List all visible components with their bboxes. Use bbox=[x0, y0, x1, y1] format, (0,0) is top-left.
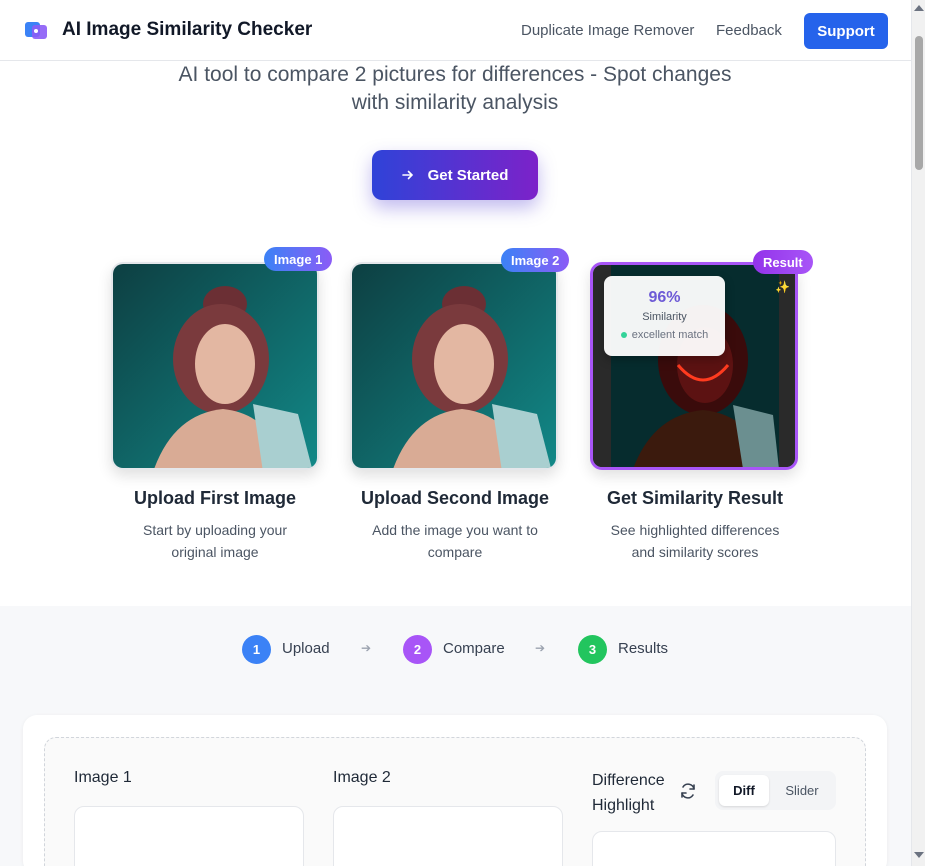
progress-step-3-label: Results bbox=[618, 640, 669, 657]
portrait-photo bbox=[352, 264, 556, 468]
similarity-status: excellent match bbox=[604, 329, 725, 341]
step-1-desc-line-2: original image bbox=[171, 544, 259, 560]
image-2-badge: Image 2 bbox=[501, 248, 570, 272]
step-2-desc-line-2: compare bbox=[427, 544, 483, 560]
sparkle-icon: ✨ bbox=[775, 280, 790, 294]
tagline-line-2: with similarity analysis bbox=[351, 91, 559, 114]
similarity-percent: 96% bbox=[648, 289, 681, 306]
hero-tagline: AI tool to compare 2 pictures for differ… bbox=[130, 61, 780, 117]
progress-step-2-label: Compare bbox=[443, 640, 505, 657]
similarity-label: Similarity bbox=[642, 311, 687, 323]
result-badge: Result bbox=[753, 250, 813, 274]
step-2-desc-line-1: Add the image you want to bbox=[372, 522, 538, 538]
progress-step-2-circle: 2 bbox=[403, 635, 432, 664]
scroll-down-arrow-icon[interactable] bbox=[914, 852, 924, 858]
progress-arrow-icon: ➔ bbox=[361, 641, 372, 655]
tagline-line-1: AI tool to compare 2 pictures for differ… bbox=[178, 63, 732, 86]
image-2-label: Image 2 bbox=[333, 769, 391, 786]
step-3-title: Get Similarity Result bbox=[606, 488, 784, 508]
scroll-up-arrow-icon[interactable] bbox=[914, 5, 924, 11]
top-header: AI Image Similarity Checker Duplicate Im… bbox=[0, 0, 911, 61]
diff-toggle-button[interactable]: Diff bbox=[719, 775, 769, 806]
difference-highlight-label: Difference Highlight bbox=[592, 768, 665, 818]
difference-label-line-2: Highlight bbox=[592, 797, 655, 814]
progress-step-3-circle: 3 bbox=[578, 635, 607, 664]
get-started-button[interactable]: Get Started bbox=[372, 150, 538, 200]
step-1-desc-line-1: Start by uploading your bbox=[143, 522, 287, 538]
step-3-desc-line-1: See highlighted differences bbox=[610, 522, 780, 538]
image-1-badge: Image 1 bbox=[264, 247, 333, 271]
portrait-photo bbox=[113, 264, 317, 468]
get-started-label: Get Started bbox=[427, 166, 509, 184]
step-2-description: Add the image you want to compare bbox=[355, 519, 555, 563]
diff-mode-toggle: Diff Slider bbox=[715, 771, 836, 810]
status-dot-icon bbox=[620, 332, 627, 338]
nav-feedback[interactable]: Feedback bbox=[716, 22, 782, 39]
image-1-label: Image 1 bbox=[74, 769, 132, 786]
step-image-2 bbox=[350, 262, 558, 470]
step-3-desc-line-2: and similarity scores bbox=[631, 544, 759, 560]
vertical-scrollbar[interactable] bbox=[911, 0, 925, 866]
support-button[interactable]: Support bbox=[804, 13, 888, 49]
step-image-1 bbox=[111, 262, 319, 470]
nav-duplicate-image-remover[interactable]: Duplicate Image Remover bbox=[521, 22, 694, 39]
progress-arrow-icon: ➔ bbox=[535, 641, 546, 655]
similarity-popup: 96% Similarity excellent match bbox=[604, 276, 725, 356]
step-2-title: Upload Second Image bbox=[360, 488, 550, 508]
image-1-upload-box[interactable] bbox=[74, 806, 304, 866]
step-1-title: Upload First Image bbox=[133, 488, 297, 508]
difference-label-line-1: Difference bbox=[592, 772, 665, 789]
slider-toggle-button[interactable]: Slider bbox=[775, 775, 829, 806]
similarity-status-text: excellent match bbox=[631, 329, 709, 341]
progress-step-1-circle: 1 bbox=[242, 635, 271, 664]
step-1-description: Start by uploading your original image bbox=[115, 519, 315, 563]
step-3-description: See highlighted differences and similari… bbox=[595, 519, 795, 563]
difference-result-box bbox=[592, 831, 836, 866]
refresh-icon[interactable] bbox=[678, 781, 698, 801]
brand-title[interactable]: AI Image Similarity Checker bbox=[62, 19, 312, 41]
progress-step-1-label: Upload bbox=[282, 640, 330, 657]
arrow-right-icon bbox=[401, 170, 413, 180]
scrollbar-thumb[interactable] bbox=[915, 36, 923, 170]
image-2-upload-box[interactable] bbox=[333, 806, 563, 866]
app-logo-icon[interactable] bbox=[24, 19, 48, 41]
